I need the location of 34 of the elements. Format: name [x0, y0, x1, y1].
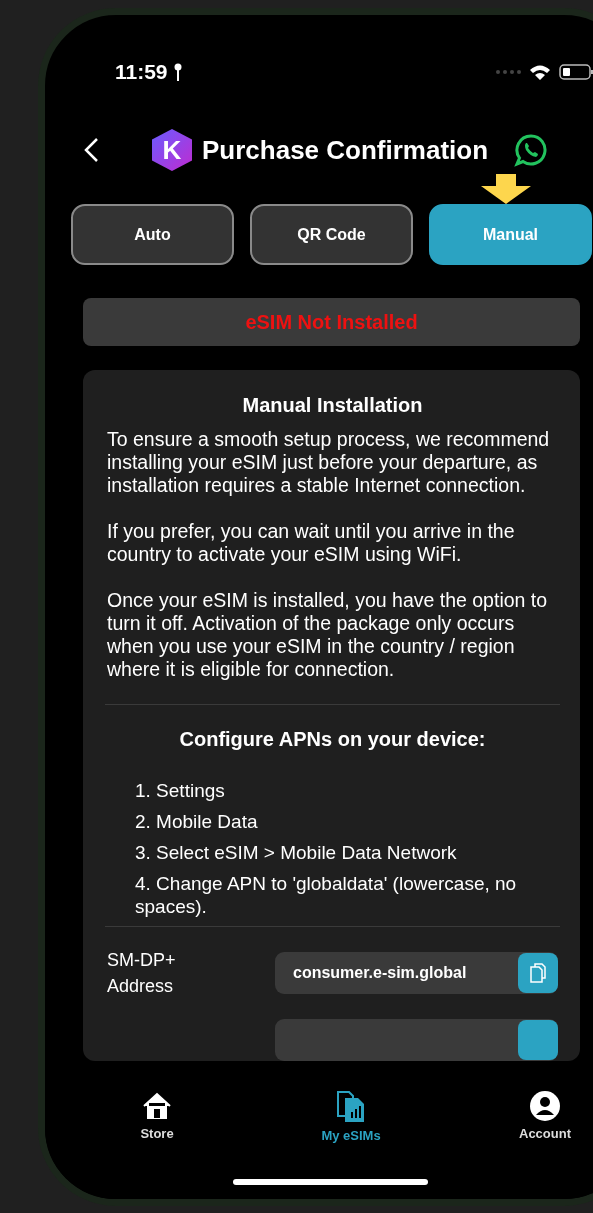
battery-icon [559, 64, 593, 80]
pin-icon [173, 63, 182, 81]
nav-tab[interactable]: Account [495, 1089, 593, 1144]
copy-button[interactable] [518, 1020, 558, 1060]
chat-phone-icon[interactable] [514, 133, 549, 167]
paragraph: Once your eSIM is installed, you have the option to turn it off. Activation of the package only occurs when you use your eSIM in the country / region where it is eligible for connection. [107, 589, 549, 681]
step-item: 1. Settings [135, 779, 226, 802]
paragraph: If you prefer, you can wait until you arrive in the country to activate your eSIM using WiFi. [107, 520, 516, 566]
address-field[interactable]: consumer.e-sim.global [275, 952, 558, 994]
sim-card-icon [335, 1090, 367, 1124]
nav-tab[interactable]: My eSIMs [301, 1089, 401, 1144]
step-item: 2. Mobile Data [135, 810, 259, 833]
signal-icon [495, 69, 521, 75]
app-logo: K [152, 129, 192, 171]
text-field[interactable] [275, 1019, 558, 1061]
tab[interactable]: QR Code [250, 204, 413, 265]
copy-button[interactable] [518, 953, 558, 993]
page-title: Purchase Confirmation [202, 134, 489, 166]
field-label: SM-DP+ Address [107, 949, 177, 998]
section-title: Configure APNs on your device: [178, 727, 487, 752]
account-icon [529, 1090, 561, 1122]
wifi-icon [529, 64, 551, 80]
back-icon[interactable] [83, 137, 99, 163]
nav-tab[interactable]: Store [107, 1089, 207, 1144]
tab[interactable]: Auto [71, 204, 234, 265]
card-title: Manual Installation [241, 393, 424, 418]
step-item: 4. Change APN to 'globaldata' (lowercase, no spaces). [135, 872, 518, 918]
status-text: eSIM Not Installed [245, 310, 418, 334]
copy-icon [529, 962, 547, 984]
down-arrow-icon [479, 174, 533, 204]
paragraph: To ensure a smooth setup process, we recommend installing your eSIM just before your departure, as installation requires a stable Internet connection. [107, 428, 551, 497]
status-time: 11:59 [115, 60, 168, 84]
step-item: 3. Select eSIM > Mobile Data Network [135, 841, 458, 864]
home-icon [141, 1090, 173, 1122]
